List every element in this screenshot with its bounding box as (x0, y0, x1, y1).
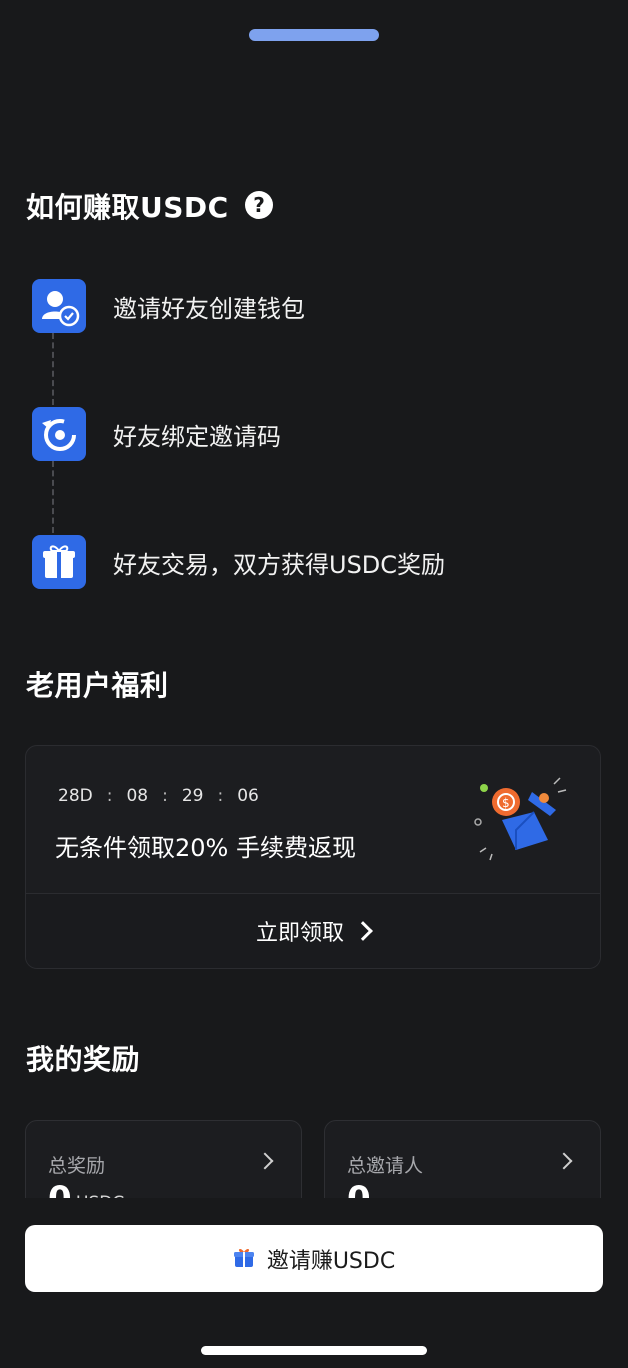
bind-cycle-icon (32, 407, 86, 461)
gift-icon (233, 1246, 255, 1272)
help-icon[interactable]: ? (245, 191, 273, 219)
countdown-days: 28D (58, 786, 93, 806)
chevron-right-icon (256, 1152, 274, 1170)
countdown-separator: : (217, 786, 224, 806)
benefit-card: 28D : 08 : 29 : 06 无条件领取20% 手续费返现 $ 立即领取 (25, 745, 601, 969)
countdown-minutes: 29 (181, 786, 204, 806)
countdown-hours: 08 (126, 786, 149, 806)
chevron-right-icon (555, 1152, 573, 1170)
step-connector (52, 333, 54, 405)
home-indicator[interactable] (201, 1346, 427, 1355)
countdown-separator: : (106, 786, 113, 806)
invite-earn-label: 邀请赚USDC (266, 1248, 396, 1274)
svg-text:$: $ (502, 796, 510, 810)
invite-earn-button[interactable]: 邀请赚USDC (25, 1225, 603, 1292)
how-to-earn-title: 如何赚取USDC (26, 191, 229, 224)
countdown-timer: 28D : 08 : 29 : 06 (58, 786, 259, 806)
claim-now-label: 立即领取 (255, 921, 344, 946)
total-invitees-label: 总邀请人 (347, 1155, 424, 1177)
step-bind-label: 好友绑定邀请码 (113, 423, 281, 451)
gift-box-coin-icon: $ (472, 770, 568, 866)
claim-now-button[interactable]: 立即领取 (26, 893, 600, 968)
benefit-description: 无条件领取20% 手续费返现 (55, 834, 356, 862)
step-trade-label: 好友交易，双方获得USDC奖励 (113, 551, 446, 579)
step-connector (52, 461, 54, 533)
step-invite-label: 邀请好友创建钱包 (113, 295, 305, 323)
user-check-icon (32, 279, 86, 333)
drag-handle[interactable] (249, 29, 379, 41)
countdown-separator: : (162, 786, 168, 806)
benefit-title: 老用户福利 (26, 669, 169, 702)
my-rewards-title: 我的奖励 (26, 1043, 141, 1076)
gift-icon (32, 535, 86, 589)
countdown-seconds: 06 (237, 786, 259, 806)
chevron-right-icon (353, 921, 373, 941)
total-rewards-label: 总奖励 (48, 1155, 106, 1177)
